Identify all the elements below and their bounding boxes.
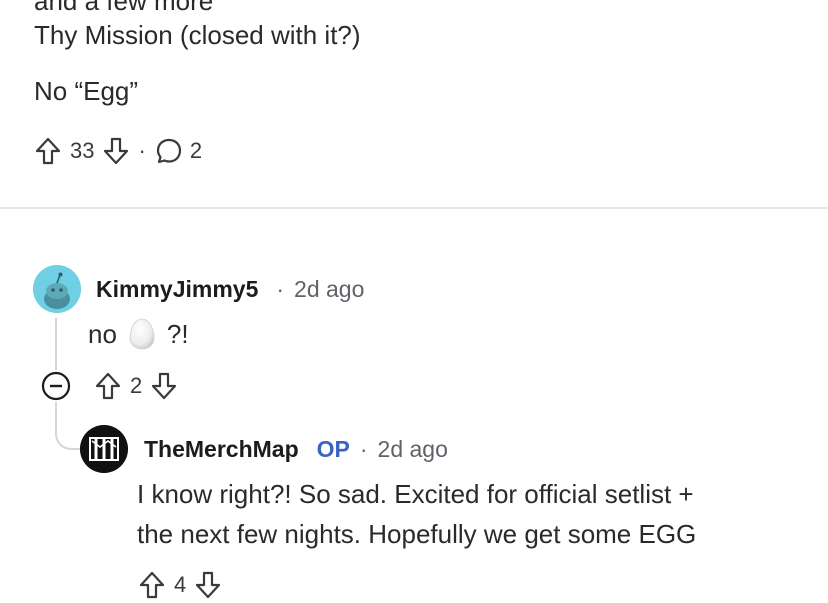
comment-text: ?! [166,319,189,349]
upvote-button[interactable] [94,371,122,401]
thread-line [55,318,57,370]
separator-dot: · [276,276,285,302]
op-badge: OP [316,436,350,462]
upvote-button[interactable] [138,570,166,600]
comment-text-line: I know right?! So sad. Excited for offic… [137,479,694,509]
speech-bubble-icon [156,138,181,164]
comment-author[interactable]: KimmyJimmy5 [96,276,258,303]
egg-emoji-icon [127,317,157,351]
separator-dot: · [138,138,146,163]
reply-connector [55,402,83,450]
arrow-up-outline-icon [35,137,61,165]
comment-action-bar: 4 [138,570,222,600]
post-text-line: No “Egg” [34,76,139,106]
post-action-bar: 33 · 2 [34,136,202,166]
downvote-button[interactable] [102,136,130,166]
downvote-button[interactable] [150,371,178,401]
upvote-count: 33 [70,138,95,163]
comment-body: no ?! [88,314,189,354]
comment-button[interactable]: 2 [154,136,202,166]
vote-count: 2 [130,373,143,398]
snoo-avatar-icon [33,265,81,313]
comment-author[interactable]: TheMerchMap [144,436,299,463]
comment-header: TheMerchMap OP · 2d ago [144,436,448,463]
divider [0,207,828,209]
avatar[interactable] [33,265,81,313]
separator-dot: · [359,436,368,462]
comment-text: no [88,319,117,349]
comment-timestamp: 2d ago [377,436,448,462]
avatar[interactable] [80,425,128,473]
comment-action-bar: 2 [40,370,178,402]
downvote-button[interactable] [194,570,222,600]
post-text-cut-line: and a few more [34,0,214,16]
arrow-down-outline-icon [104,137,129,165]
comment-timestamp: 2d ago [294,276,365,302]
post-text-line: Thy Mission (closed with it?) [34,20,361,50]
upvote-button[interactable] [34,136,62,166]
merchmap-logo-icon [80,425,128,473]
collapse-button[interactable] [40,370,72,402]
comment-text-line: the next few nights. Hopefully we get so… [137,519,697,549]
minus-circle-icon [41,371,71,401]
arrow-up-outline-icon [139,571,165,599]
vote-count: 4 [174,572,187,597]
comment-count: 2 [189,138,203,163]
comment-header: KimmyJimmy5 · 2d ago [96,276,364,303]
arrow-down-outline-icon [196,571,221,599]
comment-body: I know right?! So sad. Excited for offic… [137,474,696,554]
arrow-down-outline-icon [152,372,177,400]
arrow-up-outline-icon [95,372,121,400]
